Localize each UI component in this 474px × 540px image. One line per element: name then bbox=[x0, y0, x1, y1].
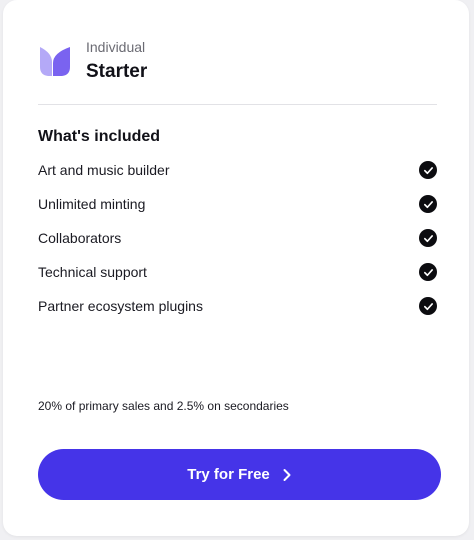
plan-tier-label: Individual bbox=[86, 39, 146, 55]
check-circle-icon bbox=[419, 229, 437, 247]
plan-header: Individual Starter bbox=[38, 38, 147, 83]
chevron-right-icon bbox=[283, 468, 291, 481]
feature-label: Collaborators bbox=[38, 230, 122, 246]
check-circle-icon bbox=[419, 195, 437, 213]
feature-item: Collaborators bbox=[38, 221, 437, 255]
pricing-card: Individual Starter What's included Art a… bbox=[3, 0, 469, 536]
feature-label: Art and music builder bbox=[38, 162, 170, 178]
check-circle-icon bbox=[419, 263, 437, 281]
plan-title-group: Individual Starter bbox=[86, 38, 147, 83]
included-heading: What's included bbox=[38, 128, 161, 145]
check-circle-icon bbox=[419, 161, 437, 179]
cta-label: Try for Free bbox=[187, 466, 270, 483]
feature-list: Art and music builder Unlimited minting … bbox=[38, 153, 437, 323]
feature-label: Unlimited minting bbox=[38, 196, 146, 212]
feature-item: Unlimited minting bbox=[38, 187, 437, 221]
feature-item: Art and music builder bbox=[38, 153, 437, 187]
check-circle-icon bbox=[419, 297, 437, 315]
feature-item: Technical support bbox=[38, 255, 437, 289]
feature-label: Technical support bbox=[38, 264, 147, 280]
brand-logo-icon bbox=[40, 46, 70, 76]
try-for-free-button[interactable]: Try for Free bbox=[38, 449, 441, 500]
plan-name: Starter bbox=[86, 61, 148, 82]
feature-item: Partner ecosystem plugins bbox=[38, 289, 437, 323]
divider bbox=[38, 104, 437, 105]
feature-label: Partner ecosystem plugins bbox=[38, 298, 203, 314]
fee-note: 20% of primary sales and 2.5% on seconda… bbox=[38, 399, 289, 413]
